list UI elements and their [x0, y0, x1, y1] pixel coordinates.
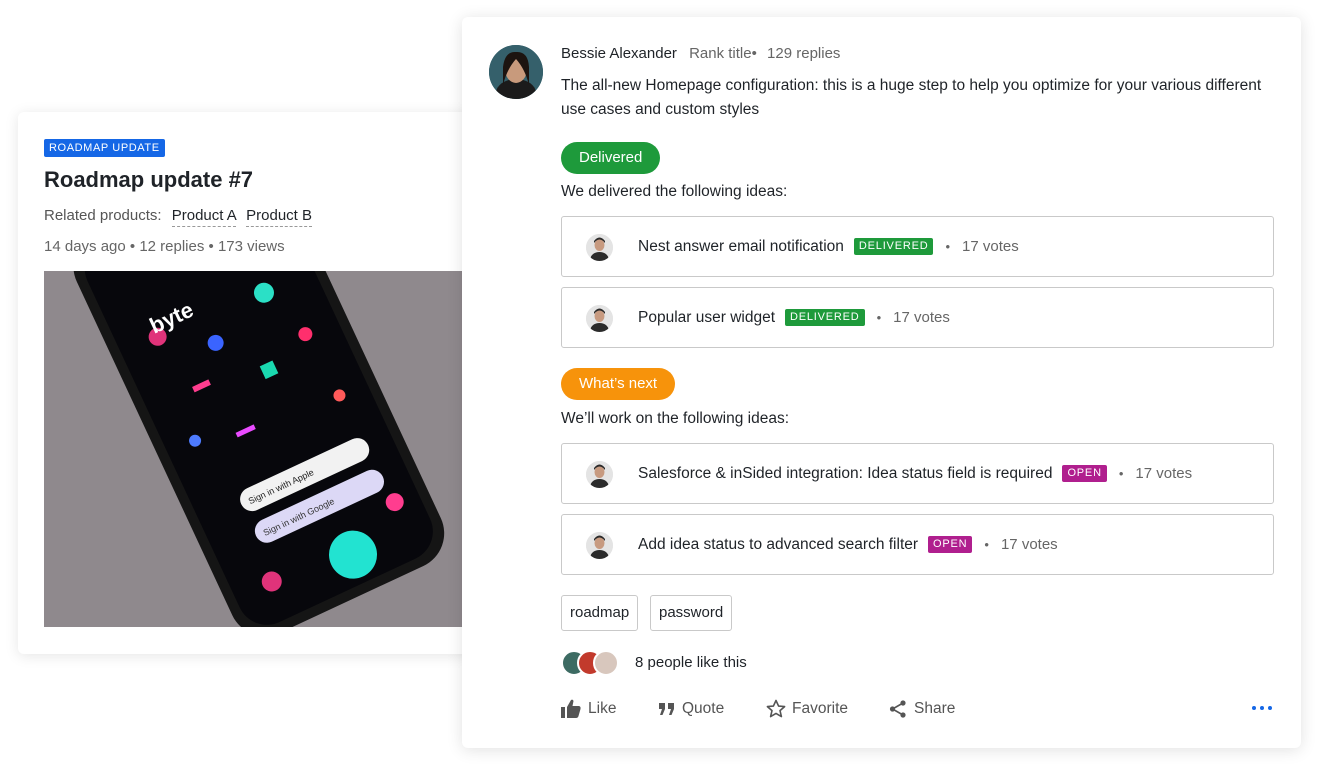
- idea-card[interactable]: Salesforce & inSided integration: Idea s…: [561, 443, 1274, 504]
- idea-title[interactable]: Add idea status to advanced search filte…: [638, 536, 918, 554]
- status-badge: OPEN: [1062, 465, 1107, 482]
- more-dot: [1268, 706, 1272, 710]
- quote-label: Quote: [682, 700, 725, 717]
- delivered-intro: We delivered the following ideas:: [561, 183, 788, 200]
- post-body: The all-new Homepage configuration: this…: [561, 77, 1262, 118]
- phone-illustration: byte Sign in with Apple Sign in with Goo…: [44, 271, 498, 627]
- quote-icon: [659, 703, 674, 715]
- related-products: Related products: Product A Product B: [44, 207, 313, 227]
- share-button[interactable]: Share: [888, 697, 955, 721]
- idea-avatar: [586, 234, 613, 261]
- roadmap-card[interactable]: ROADMAP UPDATE Roadmap update #7 Related…: [18, 112, 498, 654]
- more-icon[interactable]: [1252, 700, 1272, 716]
- idea-votes: 17 votes: [893, 309, 950, 326]
- idea-title[interactable]: Salesforce & inSided integration: Idea s…: [638, 465, 1052, 483]
- tag-password[interactable]: password: [650, 595, 733, 631]
- post-card: Bessie Alexander Rank title• 129 replies…: [462, 17, 1301, 748]
- idea-votes: 17 votes: [962, 238, 1019, 255]
- roadmap-meta: 14 days ago • 12 replies • 173 views: [44, 238, 285, 255]
- status-badge: OPEN: [928, 536, 973, 553]
- delivered-pill: Delivered: [561, 142, 661, 174]
- separator-dot: •: [945, 239, 951, 254]
- star-icon: [766, 699, 786, 718]
- idea-avatar: [586, 461, 613, 488]
- whats-next-pill: What’s next: [561, 368, 676, 400]
- product-link-a[interactable]: Product A: [171, 207, 236, 227]
- liker-avatar: [593, 650, 619, 676]
- favorite-label: Favorite: [792, 700, 848, 717]
- separator-dot: •: [1118, 466, 1124, 481]
- post-header: Bessie Alexander Rank title• 129 replies: [561, 45, 840, 62]
- next-intro: We’ll work on the following ideas:: [561, 410, 790, 427]
- tag-roadmap[interactable]: roadmap: [561, 595, 639, 631]
- idea-card[interactable]: Popular user widget DELIVERED • 17 votes: [561, 287, 1274, 348]
- idea-votes: 17 votes: [1000, 536, 1058, 553]
- idea-title[interactable]: Popular user widget: [638, 309, 775, 327]
- share-icon: [889, 700, 906, 718]
- idea-title[interactable]: Nest answer email notification: [638, 238, 844, 256]
- thumbs-up-icon: [561, 699, 581, 718]
- related-label: Related products:: [44, 207, 162, 224]
- author-name[interactable]: Bessie Alexander: [561, 45, 677, 62]
- roadmap-badge: ROADMAP UPDATE: [44, 139, 165, 157]
- separator-dot: •: [984, 537, 989, 552]
- author-replies: 129 replies: [767, 45, 841, 62]
- idea-votes: 17 votes: [1135, 465, 1193, 482]
- like-label: Like: [588, 700, 617, 717]
- idea-avatar: [586, 532, 613, 559]
- avatar-portrait: [489, 45, 543, 99]
- quote-button[interactable]: Quote: [658, 697, 724, 721]
- product-link-b[interactable]: Product B: [246, 207, 313, 227]
- author-rank: Rank title•: [689, 45, 757, 62]
- idea-avatar: [586, 305, 613, 332]
- likers-avatars[interactable]: [561, 650, 619, 676]
- share-label: Share: [914, 700, 956, 717]
- status-badge: DELIVERED: [785, 309, 865, 326]
- more-dot: [1252, 706, 1256, 710]
- idea-card[interactable]: Nest answer email notification DELIVERED…: [561, 216, 1274, 277]
- status-badge: DELIVERED: [853, 238, 934, 255]
- author-avatar[interactable]: [489, 45, 543, 99]
- likes-count[interactable]: 8 people like this: [635, 654, 747, 671]
- like-button[interactable]: Like: [560, 697, 616, 721]
- idea-card[interactable]: Add idea status to advanced search filte…: [561, 514, 1274, 575]
- hero-image: byte Sign in with Apple Sign in with Goo…: [44, 271, 498, 627]
- favorite-button[interactable]: Favorite: [766, 697, 848, 721]
- roadmap-title[interactable]: Roadmap update #7: [44, 167, 253, 193]
- more-dot: [1260, 706, 1264, 710]
- separator-dot: •: [876, 310, 882, 325]
